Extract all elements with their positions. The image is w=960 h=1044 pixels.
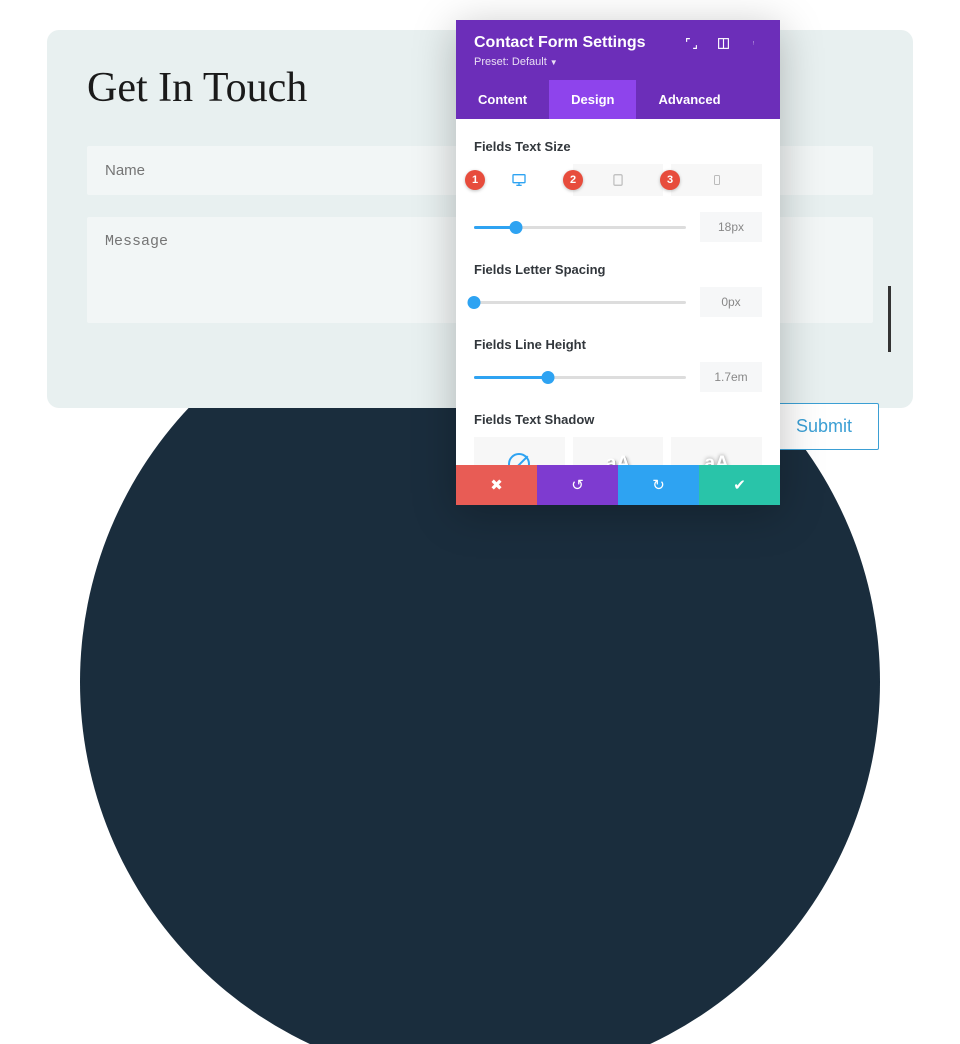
section-label-line-height: Fields Line Height bbox=[474, 337, 762, 352]
desktop-icon bbox=[511, 172, 527, 188]
panel-layout-icon[interactable] bbox=[716, 36, 730, 50]
undo-icon: ↺ bbox=[571, 476, 584, 494]
letter-spacing-value[interactable] bbox=[700, 287, 762, 317]
slider-text-size bbox=[474, 212, 762, 242]
panel-header: Contact Form Settings Preset: Default▼ bbox=[456, 20, 780, 80]
check-icon: ✔ bbox=[733, 476, 746, 494]
undo-button[interactable]: ↺ bbox=[537, 465, 618, 505]
section-label-text-size: Fields Text Size bbox=[474, 139, 762, 154]
tabs: Content Design Advanced bbox=[456, 80, 780, 119]
action-bar: ✖ ↺ ↻ ✔ bbox=[456, 465, 780, 505]
tab-design[interactable]: Design bbox=[549, 80, 636, 119]
section-label-text-shadow: Fields Text Shadow bbox=[474, 412, 762, 427]
device-phone-button[interactable] bbox=[671, 164, 762, 196]
annotation-3: 3 bbox=[660, 170, 680, 190]
section-label-letter-spacing: Fields Letter Spacing bbox=[474, 262, 762, 277]
panel-body: Fields Text Size 1 2 3 Fields Letter Spa… bbox=[456, 119, 780, 465]
text-shadow-options: aA aA bbox=[474, 437, 762, 465]
slider-track[interactable] bbox=[474, 226, 686, 229]
caret-down-icon: ▼ bbox=[550, 58, 558, 67]
shadow-option-1[interactable]: aA bbox=[573, 437, 664, 465]
panel-title: Contact Form Settings bbox=[474, 34, 646, 52]
shadow-preview-icon: aA bbox=[606, 453, 630, 465]
settings-panel: Contact Form Settings Preset: Default▼ C… bbox=[456, 20, 780, 505]
submit-button[interactable]: Submit bbox=[769, 403, 879, 450]
redo-button[interactable]: ↻ bbox=[618, 465, 699, 505]
slider-thumb[interactable] bbox=[468, 296, 481, 309]
tablet-icon bbox=[611, 173, 625, 187]
scroll-indicator bbox=[888, 286, 891, 352]
slider-thumb[interactable] bbox=[542, 371, 555, 384]
shadow-preview-icon: aA bbox=[705, 453, 729, 465]
slider-track[interactable] bbox=[474, 376, 686, 379]
device-selector: 1 2 3 bbox=[474, 164, 762, 196]
shadow-none-button[interactable] bbox=[474, 437, 565, 465]
cancel-button[interactable]: ✖ bbox=[456, 465, 537, 505]
save-button[interactable]: ✔ bbox=[699, 465, 780, 505]
slider-track[interactable] bbox=[474, 301, 686, 304]
device-desktop-button[interactable] bbox=[474, 164, 565, 196]
no-icon bbox=[508, 453, 530, 465]
text-size-value[interactable] bbox=[700, 212, 762, 242]
slider-line-height bbox=[474, 362, 762, 392]
line-height-value[interactable] bbox=[700, 362, 762, 392]
slider-thumb[interactable] bbox=[510, 221, 523, 234]
annotation-1: 1 bbox=[465, 170, 485, 190]
kebab-menu-icon[interactable] bbox=[748, 36, 762, 50]
preset-selector[interactable]: Preset: Default▼ bbox=[474, 56, 646, 68]
shadow-option-2[interactable]: aA bbox=[671, 437, 762, 465]
device-tablet-button[interactable] bbox=[573, 164, 664, 196]
annotation-2: 2 bbox=[563, 170, 583, 190]
slider-letter-spacing bbox=[474, 287, 762, 317]
redo-icon: ↻ bbox=[652, 476, 665, 494]
close-icon: ✖ bbox=[490, 476, 503, 494]
tab-advanced[interactable]: Advanced bbox=[636, 80, 742, 119]
expand-icon[interactable] bbox=[684, 36, 698, 50]
phone-icon bbox=[711, 173, 723, 187]
tab-content[interactable]: Content bbox=[456, 80, 549, 119]
